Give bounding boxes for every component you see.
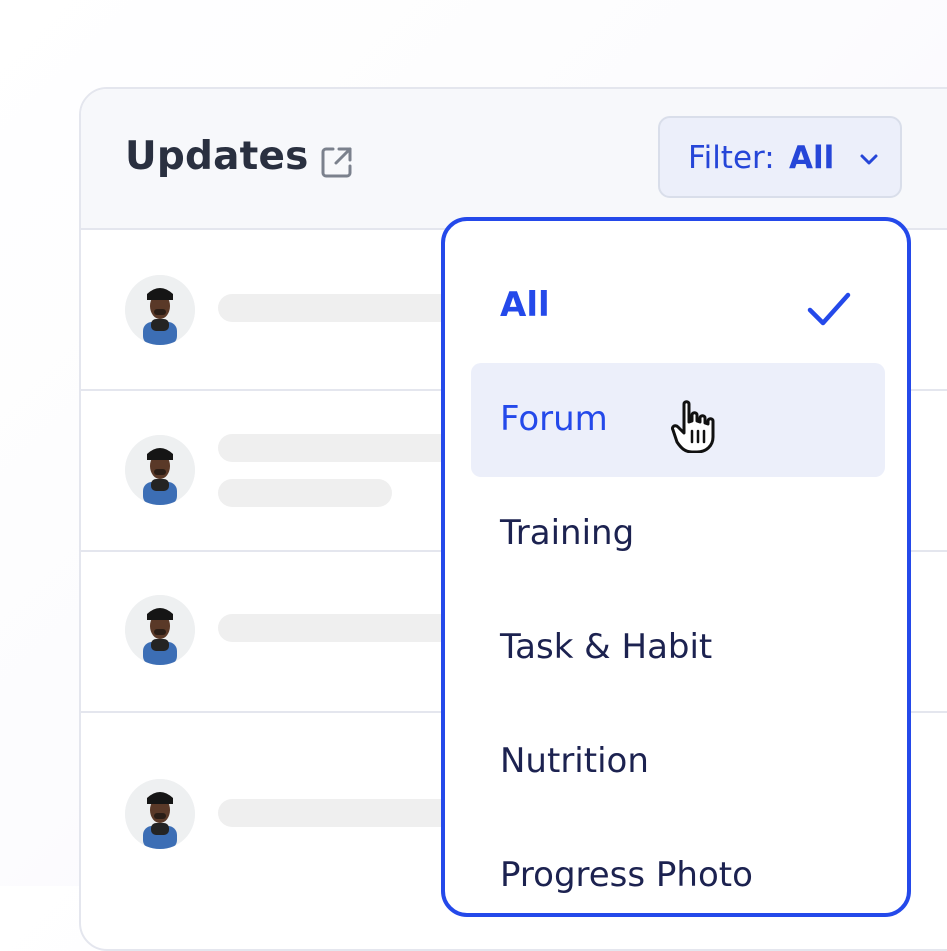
updates-header: Updates Filter: All	[81, 89, 947, 230]
filter-option-progress-photo[interactable]: Progress Photo	[471, 819, 885, 913]
skeleton-line	[218, 479, 392, 507]
chevron-down-icon	[860, 154, 878, 165]
filter-dropdown-menu: All Forum Training Task & Habit Nutritio…	[441, 217, 911, 917]
check-icon	[807, 292, 851, 326]
avatar	[125, 275, 195, 345]
avatar-photo-icon	[125, 275, 195, 345]
hand-pointer-icon	[671, 400, 715, 453]
filter-value: All	[789, 140, 835, 176]
filter-option-task-habit[interactable]: Task & Habit	[471, 591, 885, 705]
filter-option-forum[interactable]: Forum	[471, 363, 885, 477]
filter-prefix: Filter:	[688, 140, 775, 176]
filter-option-label: Task & Habit	[500, 627, 713, 667]
filter-option-nutrition[interactable]: Nutrition	[471, 705, 885, 819]
avatar	[125, 435, 195, 505]
external-link-icon[interactable]	[318, 143, 356, 181]
avatar-photo-icon	[125, 779, 195, 849]
filter-option-all[interactable]: All	[471, 249, 885, 363]
filter-option-label: All	[500, 285, 550, 325]
filter-button[interactable]: Filter: All	[658, 116, 902, 198]
page-title: Updates	[125, 134, 309, 179]
filter-option-label: Progress Photo	[500, 855, 753, 895]
avatar	[125, 595, 195, 665]
filter-option-label: Forum	[500, 399, 608, 439]
avatar	[125, 779, 195, 849]
avatar-photo-icon	[125, 435, 195, 505]
avatar-photo-icon	[125, 595, 195, 665]
filter-option-label: Nutrition	[500, 741, 649, 781]
filter-option-label: Training	[500, 513, 635, 553]
filter-option-training[interactable]: Training	[471, 477, 885, 591]
